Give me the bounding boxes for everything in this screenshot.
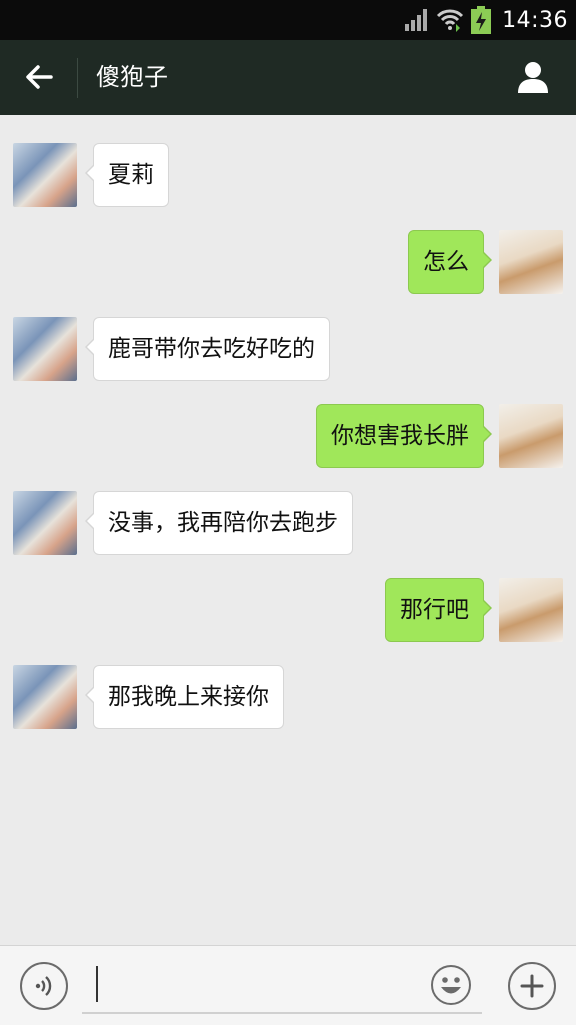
arrow-left-icon	[26, 65, 53, 89]
message-bubble-sent[interactable]: 怎么	[408, 230, 492, 294]
contact-avatar[interactable]	[13, 317, 77, 381]
message-bubble-received[interactable]: 没事，我再陪你去跑步	[85, 491, 353, 555]
message-list[interactable]: 夏莉 怎么 鹿哥带你去吃好吃的 你想害我长胖 没事，我再陪你去跑步 那行吧 那我…	[0, 115, 576, 945]
voice-icon	[35, 976, 52, 996]
back-button[interactable]	[14, 52, 64, 102]
message-bubble-received[interactable]: 那我晚上来接你	[85, 665, 284, 729]
contact-avatar[interactable]	[13, 143, 77, 207]
message-row: 你想害我长胖	[0, 404, 576, 470]
plus-icon	[520, 974, 544, 998]
my-avatar[interactable]	[499, 578, 563, 642]
contact-avatar[interactable]	[13, 491, 77, 555]
contact-profile-button[interactable]	[508, 52, 558, 102]
text-caret	[96, 966, 98, 1002]
message-input[interactable]	[82, 962, 482, 1014]
status-bar: 14:36	[0, 0, 576, 40]
message-bubble-sent[interactable]: 你想害我长胖	[316, 404, 492, 468]
message-row: 鹿哥带你去吃好吃的	[0, 317, 576, 383]
title-divider	[77, 58, 78, 98]
voice-input-button[interactable]	[20, 962, 68, 1010]
contact-avatar[interactable]	[13, 665, 77, 729]
more-actions-button[interactable]	[508, 962, 556, 1010]
message-bubble-received[interactable]: 夏莉	[85, 143, 169, 207]
emoji-icon[interactable]	[430, 964, 472, 1006]
message-row: 怎么	[0, 230, 576, 296]
chat-title: 傻狍子	[96, 63, 168, 91]
input-bar	[0, 945, 576, 1025]
message-row: 没事，我再陪你去跑步	[0, 491, 576, 557]
status-icons: 14:36	[404, 0, 568, 40]
wifi-icon	[437, 9, 464, 32]
message-bubble-sent[interactable]: 那行吧	[385, 578, 492, 642]
signal-icon	[405, 9, 428, 31]
message-bubble-received[interactable]: 鹿哥带你去吃好吃的	[85, 317, 330, 381]
my-avatar[interactable]	[499, 230, 563, 294]
message-row: 那我晚上来接你	[0, 665, 576, 731]
battery-charging-icon	[471, 6, 492, 34]
message-row: 那行吧	[0, 578, 576, 644]
message-row: 夏莉	[0, 143, 576, 209]
my-avatar[interactable]	[499, 404, 563, 468]
status-time: 14:36	[502, 7, 568, 33]
title-bar: 傻狍子	[0, 40, 576, 115]
person-icon	[518, 62, 548, 93]
